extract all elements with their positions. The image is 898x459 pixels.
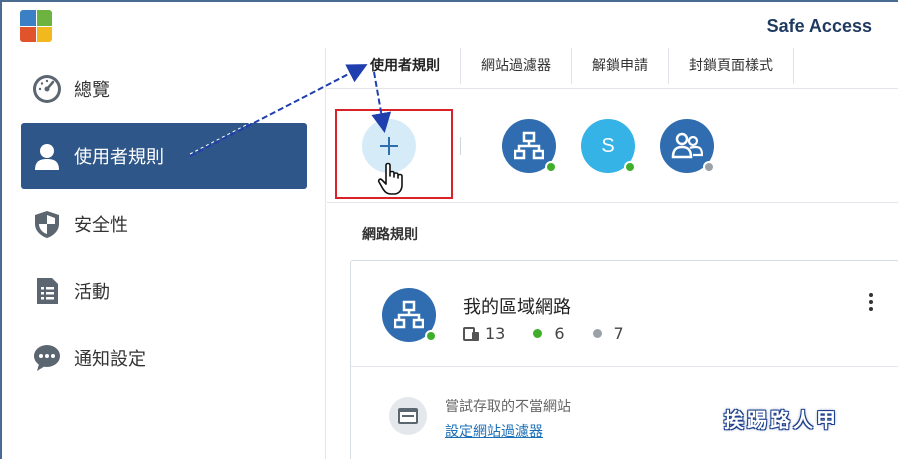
network-icon <box>514 131 544 161</box>
title-bar: Safe Access <box>2 2 898 48</box>
browser-window-icon <box>389 397 427 435</box>
app-window: Safe Access 總覽 使用者規則 安全性 活動 通知設定 使用者規則 網… <box>0 0 898 459</box>
device-stats: 13 6 7 <box>463 324 652 343</box>
online-count-stat: 6 <box>533 324 565 343</box>
network-icon <box>394 300 424 330</box>
devices-icon <box>463 326 481 342</box>
tab-web-filter[interactable]: 網站過濾器 <box>461 48 572 84</box>
status-dot-online <box>624 161 636 173</box>
section-title: 網路規則 <box>362 227 418 243</box>
tab-block-page-style[interactable]: 封鎖頁面樣式 <box>669 48 794 84</box>
inappropriate-sites-text: 嘗試存取的不當網站 <box>445 399 571 415</box>
tab-unlock-requests[interactable]: 解鎖申請 <box>572 48 669 84</box>
watermark: 挨踢路人甲 <box>724 408 839 432</box>
sidebar-item-notifications[interactable]: 通知設定 <box>21 325 307 391</box>
offline-count: 7 <box>613 324 624 343</box>
sidebar-item-user-rules[interactable]: 使用者規則 <box>21 123 307 189</box>
device-count: 13 <box>485 324 506 343</box>
profile-group[interactable] <box>660 119 715 173</box>
sidebar-item-activity[interactable]: 活動 <box>21 258 307 324</box>
shield-icon <box>31 208 63 240</box>
profile-letter: S <box>601 134 615 157</box>
sidebar-item-label: 使用者規則 <box>74 147 164 168</box>
profile-divider <box>460 137 461 155</box>
sidebar-item-label: 總覽 <box>74 80 110 101</box>
configure-web-filter-link[interactable]: 設定網站過濾器 <box>445 421 543 441</box>
offline-count-stat: 7 <box>592 324 624 343</box>
tab-user-rules[interactable]: 使用者規則 <box>350 48 461 91</box>
tab-bar: 使用者規則 網站過濾器 解鎖申請 封鎖頁面樣式 <box>350 48 794 91</box>
sidebar-item-overview[interactable]: 總覽 <box>21 56 307 122</box>
online-count: 6 <box>554 324 565 343</box>
status-dot-online <box>545 161 557 173</box>
offline-dot <box>592 329 602 338</box>
document-list-icon <box>31 275 63 307</box>
tab-divider <box>327 88 898 89</box>
sidebar-item-label: 活動 <box>74 282 110 303</box>
device-count-stat: 13 <box>463 324 505 343</box>
dashboard-gauge-icon <box>31 73 63 105</box>
network-avatar <box>382 288 437 342</box>
chat-bubble-icon <box>31 342 63 374</box>
profile-network[interactable] <box>502 119 557 173</box>
network-name: 我的區域網路 <box>463 297 571 318</box>
status-dot-offline <box>703 161 715 173</box>
status-dot-online <box>425 330 437 342</box>
sidebar-item-label: 安全性 <box>74 215 128 236</box>
hand-pointer-icon <box>377 162 407 196</box>
profiles-divider <box>327 202 898 203</box>
sidebar: 總覽 使用者規則 安全性 活動 通知設定 <box>4 48 326 459</box>
profile-s[interactable]: S <box>581 119 636 173</box>
online-dot <box>533 329 543 338</box>
card-header: 我的區域網路 13 6 7 <box>351 261 898 367</box>
more-options-icon[interactable] <box>868 293 874 313</box>
sidebar-item-security[interactable]: 安全性 <box>21 191 307 257</box>
user-group-icon <box>671 131 703 161</box>
sidebar-item-label: 通知設定 <box>74 349 146 370</box>
app-logo-icon <box>20 10 52 42</box>
app-title: Safe Access <box>766 16 872 36</box>
user-icon <box>31 140 63 172</box>
